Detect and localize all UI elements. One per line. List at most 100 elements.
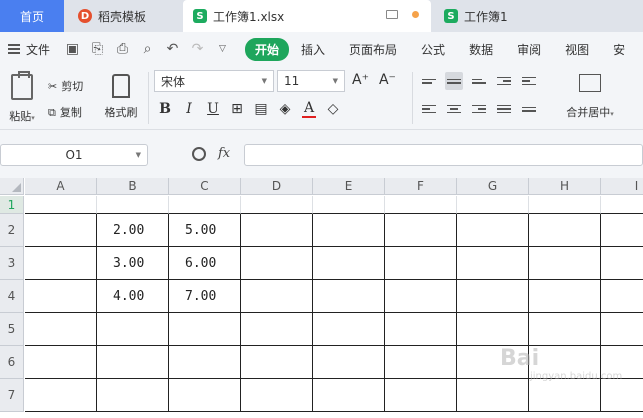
align-bottom-icon[interactable] bbox=[470, 72, 488, 90]
align-left-icon[interactable] bbox=[420, 100, 438, 118]
cell-d7[interactable] bbox=[241, 379, 313, 412]
underline-icon[interactable]: U bbox=[206, 101, 220, 117]
cell-style-icon[interactable]: ▤ bbox=[254, 101, 268, 117]
row-header-2[interactable]: 2 bbox=[0, 214, 24, 247]
column-header-e[interactable]: E bbox=[313, 178, 385, 195]
cell-e5[interactable] bbox=[313, 313, 385, 346]
tab-workbook[interactable]: S 工作簿1 bbox=[434, 0, 643, 32]
cell-i1[interactable] bbox=[601, 196, 643, 214]
undo-icon[interactable]: ↶ bbox=[164, 41, 181, 57]
align-right-icon[interactable] bbox=[470, 100, 488, 118]
cell-d1[interactable] bbox=[241, 196, 313, 214]
cell-e1[interactable] bbox=[313, 196, 385, 214]
cell-a2[interactable] bbox=[25, 214, 97, 247]
print-icon[interactable]: ⎙ bbox=[114, 41, 131, 57]
menu-insert[interactable]: 插入 bbox=[289, 41, 337, 58]
cell-f6[interactable] bbox=[385, 346, 457, 379]
monitor-icon[interactable] bbox=[386, 10, 398, 19]
file-menu[interactable]: 文件 bbox=[0, 41, 60, 58]
cell-b1[interactable] bbox=[97, 196, 169, 214]
justify-icon[interactable] bbox=[495, 100, 513, 118]
cell-c1[interactable] bbox=[169, 196, 241, 214]
font-size-select[interactable]: 11 ▼ bbox=[277, 70, 345, 92]
font-name-select[interactable]: 宋体 ▼ bbox=[154, 70, 274, 92]
tab-template[interactable]: D 稻壳模板 bbox=[66, 0, 181, 32]
zoom-icon[interactable] bbox=[192, 146, 206, 161]
column-header-a[interactable]: A bbox=[25, 178, 97, 195]
tab-home[interactable]: 首页 bbox=[0, 0, 64, 32]
cell-a5[interactable] bbox=[25, 313, 97, 346]
distributed-icon[interactable] bbox=[520, 100, 538, 118]
decrease-font-icon[interactable]: A⁻ bbox=[379, 72, 396, 88]
column-header-f[interactable]: F bbox=[385, 178, 457, 195]
cell-f1[interactable] bbox=[385, 196, 457, 214]
tab-workbook-active[interactable]: S 工作簿1.xlsx bbox=[183, 0, 431, 32]
column-header-d[interactable]: D bbox=[241, 178, 313, 195]
cell-i7[interactable] bbox=[601, 379, 643, 412]
align-top-icon[interactable] bbox=[420, 72, 438, 90]
cell-a3[interactable] bbox=[25, 247, 97, 280]
clear-icon[interactable]: ◇ bbox=[326, 101, 340, 117]
row-header-5[interactable]: 5 bbox=[0, 313, 24, 346]
menu-data[interactable]: 数据 bbox=[457, 41, 505, 58]
cell-c6[interactable] bbox=[169, 346, 241, 379]
format-painter-button[interactable]: 格式刷 bbox=[100, 70, 142, 120]
font-color-icon[interactable]: A bbox=[302, 100, 316, 118]
cell-g1[interactable] bbox=[457, 196, 529, 214]
cell-g7[interactable] bbox=[457, 379, 529, 412]
menu-formulas[interactable]: 公式 bbox=[409, 41, 457, 58]
cell-e7[interactable] bbox=[313, 379, 385, 412]
outdent-icon[interactable] bbox=[495, 72, 513, 90]
row-header-1[interactable]: 1 bbox=[0, 196, 24, 214]
copy-button[interactable]: ⧉ 复制 bbox=[48, 100, 83, 126]
align-middle-icon[interactable] bbox=[445, 72, 463, 90]
menu-security[interactable]: 安 bbox=[601, 41, 637, 58]
cell-b3[interactable]: 3.00 bbox=[97, 247, 169, 280]
column-header-c[interactable]: C bbox=[169, 178, 241, 195]
cell-f4[interactable] bbox=[385, 280, 457, 313]
indent-icon[interactable] bbox=[520, 72, 538, 90]
cell-h4[interactable] bbox=[529, 280, 601, 313]
cell-e4[interactable] bbox=[313, 280, 385, 313]
bold-icon[interactable]: B bbox=[158, 101, 172, 117]
row-header-3[interactable]: 3 bbox=[0, 247, 24, 280]
cell-a4[interactable] bbox=[25, 280, 97, 313]
cell-f7[interactable] bbox=[385, 379, 457, 412]
fx-icon[interactable]: fx bbox=[218, 146, 230, 161]
cell-g2[interactable] bbox=[457, 214, 529, 247]
menu-page-layout[interactable]: 页面布局 bbox=[337, 41, 409, 58]
cell-c7[interactable] bbox=[169, 379, 241, 412]
cell-i3[interactable] bbox=[601, 247, 643, 280]
cell-i5[interactable] bbox=[601, 313, 643, 346]
cell-d5[interactable] bbox=[241, 313, 313, 346]
cell-d6[interactable] bbox=[241, 346, 313, 379]
column-header-b[interactable]: B bbox=[97, 178, 169, 195]
cell-b2[interactable]: 2.00 bbox=[97, 214, 169, 247]
column-header-g[interactable]: G bbox=[457, 178, 529, 195]
row-header-7[interactable]: 7 bbox=[0, 379, 24, 412]
save-icon[interactable]: ▣ bbox=[64, 41, 81, 57]
cell-c2[interactable]: 5.00 bbox=[169, 214, 241, 247]
merge-center-button[interactable]: 合并居中▾ bbox=[560, 72, 620, 120]
cell-c3[interactable]: 6.00 bbox=[169, 247, 241, 280]
cell-e2[interactable] bbox=[313, 214, 385, 247]
cell-h2[interactable] bbox=[529, 214, 601, 247]
cell-b4[interactable]: 4.00 bbox=[97, 280, 169, 313]
cell-a6[interactable] bbox=[25, 346, 97, 379]
cell-d2[interactable] bbox=[241, 214, 313, 247]
column-header-i[interactable]: I bbox=[601, 178, 643, 195]
select-all-corner[interactable] bbox=[0, 178, 24, 195]
cell-d3[interactable] bbox=[241, 247, 313, 280]
cell-e3[interactable] bbox=[313, 247, 385, 280]
cell-a1[interactable] bbox=[25, 196, 97, 214]
menu-review[interactable]: 审阅 bbox=[505, 41, 553, 58]
redo-icon[interactable]: ↷ bbox=[189, 41, 206, 57]
increase-font-icon[interactable]: A⁺ bbox=[352, 72, 369, 88]
cell-i4[interactable] bbox=[601, 280, 643, 313]
cell-d4[interactable] bbox=[241, 280, 313, 313]
borders-icon[interactable]: ⊞ bbox=[230, 101, 244, 117]
cell-c4[interactable]: 7.00 bbox=[169, 280, 241, 313]
cell-b7[interactable] bbox=[97, 379, 169, 412]
menu-start[interactable]: 开始 bbox=[245, 37, 290, 61]
column-header-h[interactable]: H bbox=[529, 178, 601, 195]
